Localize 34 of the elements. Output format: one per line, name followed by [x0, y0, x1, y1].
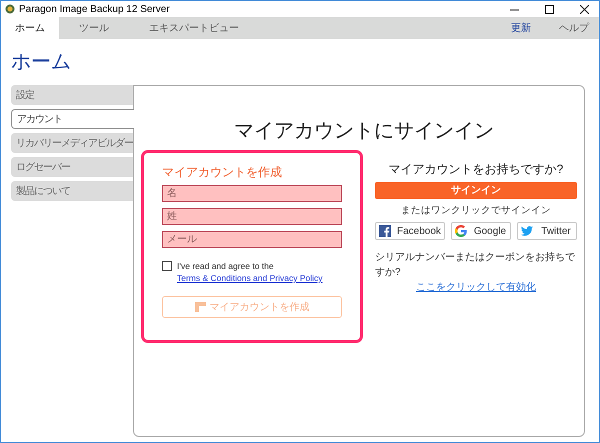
facebook-icon: [379, 225, 391, 238]
serial-text: シリアルナンバーまたはクーポンをお持ちですか?: [375, 250, 576, 280]
sidebar-item[interactable]: 製品について: [11, 181, 133, 201]
sidebar-item[interactable]: ログセーバー: [11, 157, 133, 177]
agree-text: I've read and agree to the: [177, 260, 274, 272]
page-title: ホーム: [10, 50, 72, 75]
twitter-icon: [520, 226, 533, 236]
social-signin-button[interactable]: Google: [450, 222, 511, 240]
sidebar-item[interactable]: 設定: [11, 85, 133, 105]
panel-title: マイアカウントにサインイン: [233, 119, 495, 142]
social-signin-button[interactable]: Twitter: [516, 222, 578, 240]
sidebar-item[interactable]: リカバリーメディアビルダー: [11, 133, 133, 153]
create-heading: マイアカウントを作成: [162, 164, 283, 181]
input-field[interactable]: 姓: [162, 208, 342, 225]
app-logo-icon: [5, 4, 15, 14]
menu-link[interactable]: 更新: [511, 20, 531, 36]
input-field[interactable]: 名: [162, 185, 342, 202]
activate-link[interactable]: ここをクリックして有効化: [416, 280, 536, 296]
agree-checkbox[interactable]: [162, 261, 172, 271]
menu-link[interactable]: ヘルプ: [559, 20, 589, 36]
window-title: Paragon Image Backup 12 Server: [19, 2, 170, 16]
terms-link[interactable]: Terms & Conditions and Privacy Policy: [177, 272, 323, 284]
tab[interactable]: エキスパートビュー: [129, 17, 259, 39]
close-icon[interactable]: [580, 4, 589, 14]
maximize-icon[interactable]: [545, 4, 554, 14]
signin-button[interactable]: サインイン: [375, 182, 577, 199]
tab[interactable]: ツール: [59, 17, 129, 39]
sidebar-item[interactable]: アカウント: [11, 109, 134, 129]
social-signin-button[interactable]: Facebook: [375, 222, 445, 240]
google-icon: [454, 225, 467, 238]
flag-icon: [194, 302, 206, 312]
signin-heading: マイアカウントをお持ちですか?: [388, 161, 564, 178]
one-click-text: またはワンクリックでサインイン: [400, 204, 552, 218]
input-field[interactable]: メール: [162, 231, 342, 248]
